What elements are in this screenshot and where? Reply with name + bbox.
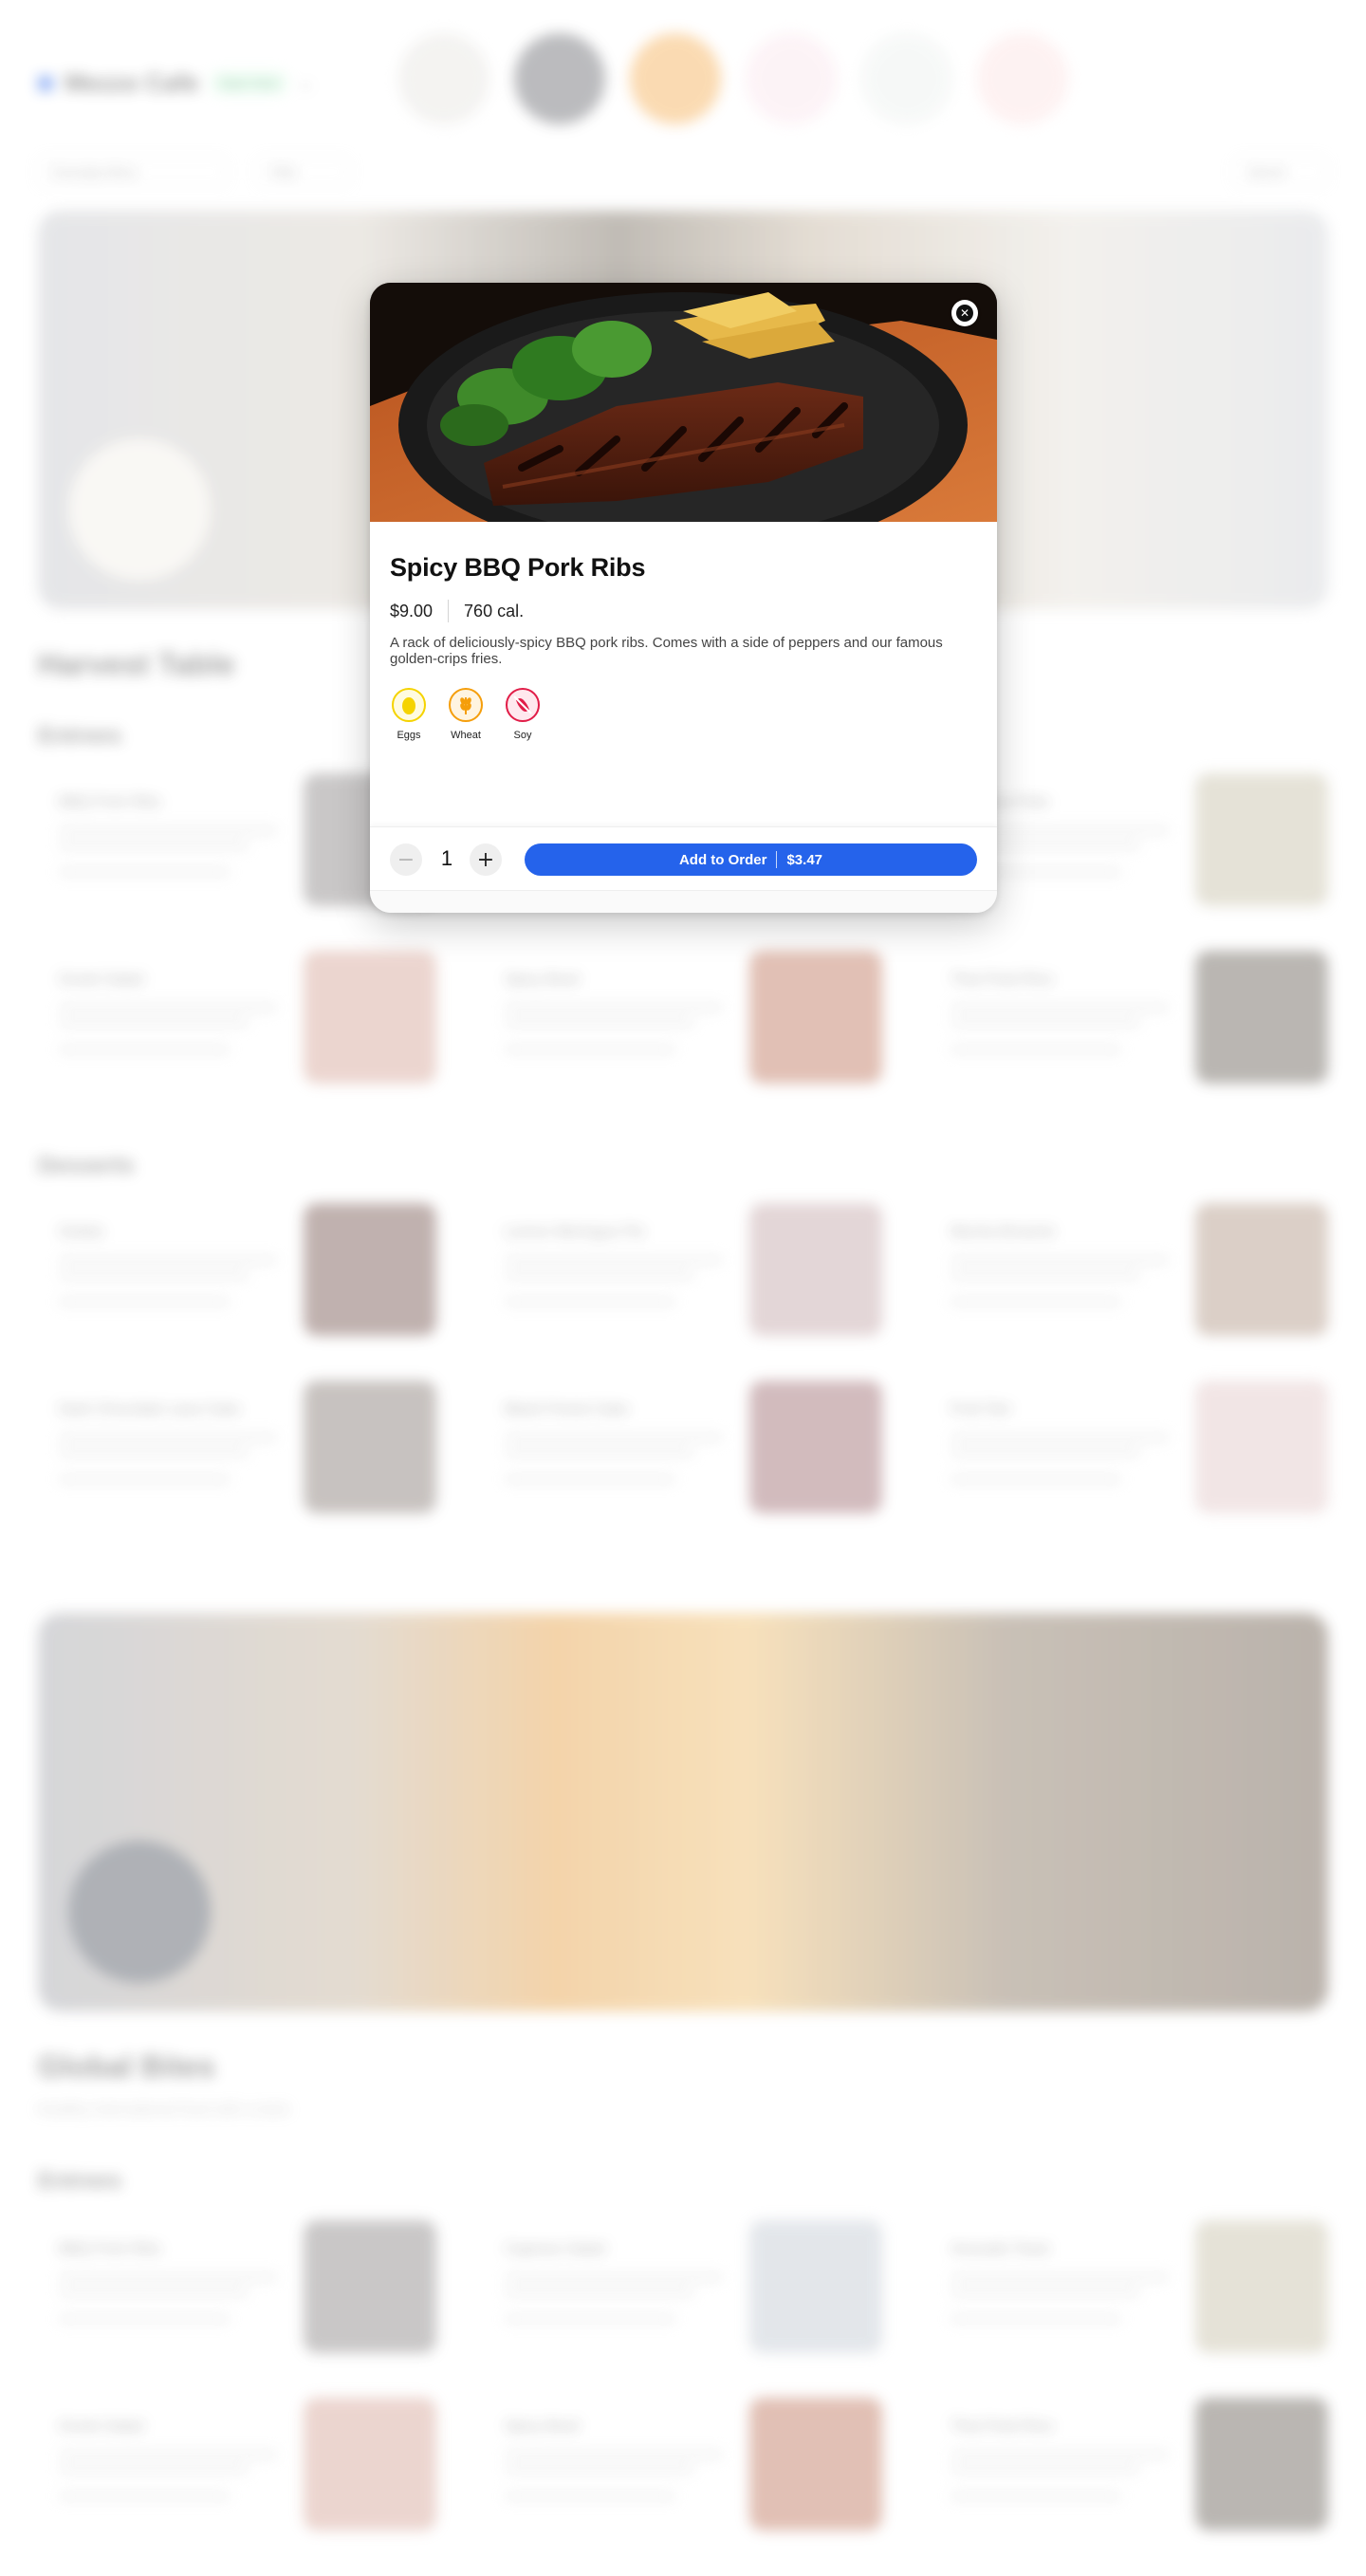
allergen-wheat: Wheat [447,688,485,741]
quantity-value: 1 [440,846,453,870]
allergen-eggs: Eggs [390,688,428,741]
item-description: A rack of deliciously-spicy BBQ pork rib… [390,635,943,667]
item-meta: $9.00 760 cal. [390,600,524,622]
divider [448,600,450,622]
item-detail-modal: ✕ Spicy BBQ Pork Ribs $9.00 760 cal. A r… [370,283,997,913]
close-icon: ✕ [956,305,973,322]
decrease-quantity-button[interactable]: − [390,843,422,876]
add-to-order-label: Add to Order [678,851,767,868]
increase-quantity-button[interactable]: + [470,843,502,876]
order-footer: − 1 + Add to Order $3.47 [370,826,997,891]
add-to-order-price: $3.47 [786,851,823,868]
allergen-list: Eggs Wheat Soy [390,688,542,741]
item-price: $9.00 [390,601,434,621]
wheat-icon [449,688,483,722]
add-to-order-button[interactable]: Add to Order $3.47 [525,843,977,876]
divider [776,851,778,868]
egg-icon [392,688,426,722]
item-calories: 760 cal. [464,601,525,621]
modal-footer-strip [370,891,997,913]
close-button[interactable]: ✕ [951,300,978,326]
allergen-soy: Soy [504,688,542,741]
soy-icon [506,688,540,722]
dish-illustration [370,283,997,522]
item-title: Spicy BBQ Pork Ribs [390,553,646,582]
dish-photo: ✕ [370,283,997,522]
